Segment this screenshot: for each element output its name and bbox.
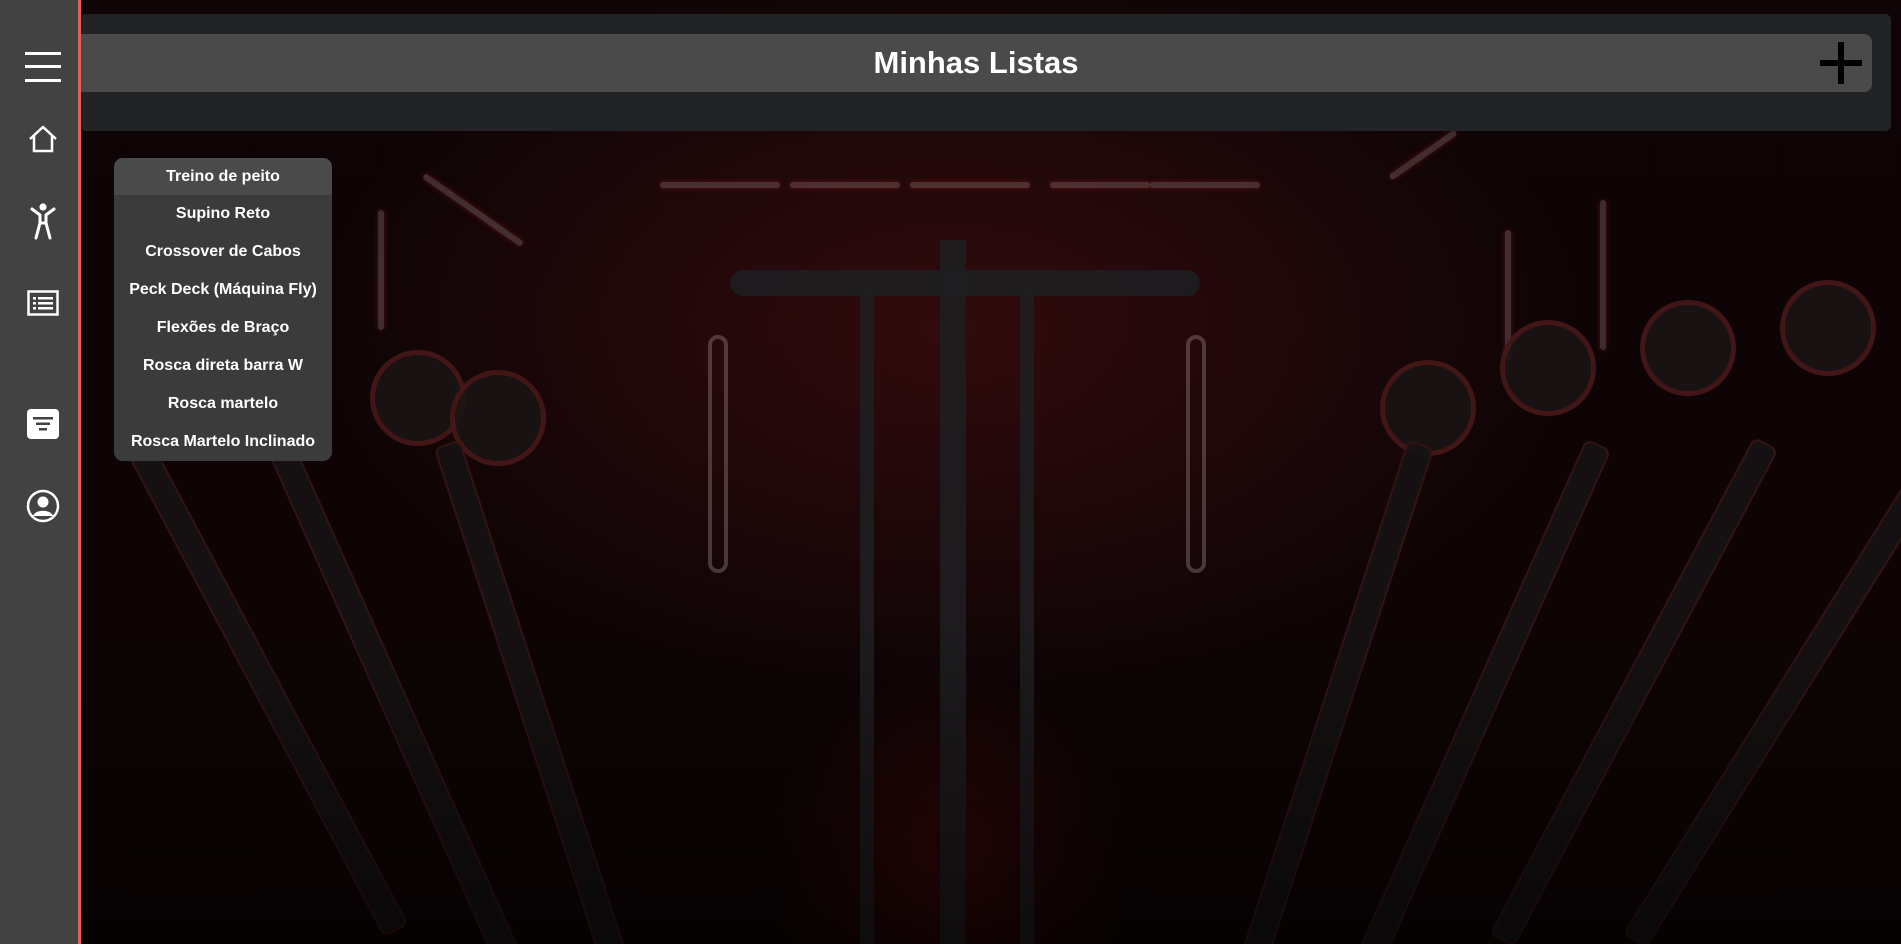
hamburger-menu-icon [25,52,61,82]
plus-icon [1820,42,1862,84]
sidebar-item-profile[interactable] [16,479,70,533]
list-item[interactable]: Rosca direta barra W [114,347,332,385]
sidebar-item-exercises[interactable] [16,194,70,248]
list-item[interactable]: Rosca Martelo Inclinado [114,423,332,461]
sidebar-item-home[interactable] [16,112,70,166]
list-header[interactable]: Treino de peito [114,158,332,195]
list-icon [27,290,59,316]
page-title: Minhas Listas [873,45,1079,80]
workout-list-dropdown: Treino de peito Supino Reto Crossover de… [114,158,332,461]
list-item[interactable]: Flexões de Braço [114,309,332,347]
person-exercise-icon [30,203,56,240]
list-item[interactable]: Crossover de Cabos [114,233,332,271]
menu-toggle-button[interactable] [16,40,70,94]
user-profile-icon [26,489,60,523]
add-list-button[interactable] [1818,40,1864,86]
list-item[interactable]: Supino Reto [114,195,332,233]
sidebar-item-filter[interactable] [16,397,70,451]
list-item[interactable]: Rosca martelo [114,385,332,423]
sidebar-item-lists[interactable] [16,276,70,330]
sidebar [0,0,81,944]
title-bar: Minhas Listas [80,34,1872,92]
home-icon [29,125,57,153]
filter-icon [27,409,59,439]
list-item[interactable]: Peck Deck (Máquina Fly) [114,271,332,309]
gym-background-image [0,0,1901,944]
